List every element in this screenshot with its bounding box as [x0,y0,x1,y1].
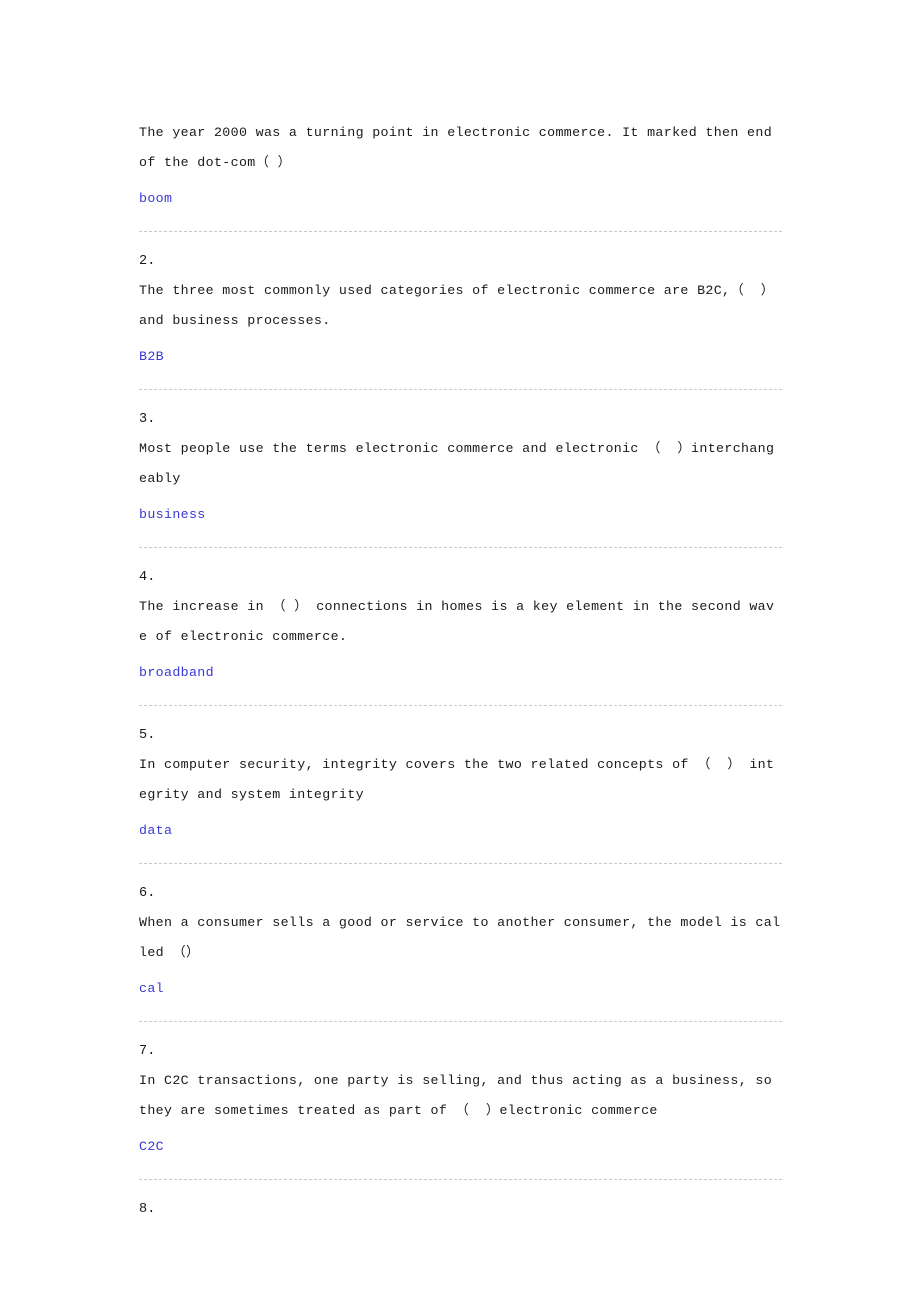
question-separator [139,862,782,864]
question-answer: C2C [139,1139,164,1154]
document-page: 1.The year 2000 was a turning point in e… [0,0,920,1301]
question-text: The three most commonly used categories … [139,283,775,328]
quiz-item: 2. The three most commonly used categorie… [139,247,782,372]
question-answer: data [139,823,173,838]
question-number: 6. [139,885,156,901]
quiz-question-list: 1.The year 2000 was a turning point in e… [139,118,782,1224]
question-text: In computer security, integrity covers t… [139,757,775,802]
question-number: 3. [139,411,156,427]
question-separator [139,1020,782,1022]
quiz-item: 1.The year 2000 was a turning point in e… [139,118,782,214]
question-number: 4. [139,569,156,585]
question-answer: B2B [139,349,164,364]
question-answer: boom [139,191,173,206]
question-separator [139,230,782,232]
quiz-item: 3. Most people use the terms electronic c… [139,405,782,530]
quiz-item: 4. The increase in （ ） connections in hom… [139,563,782,688]
question-separator [139,1178,782,1180]
quiz-item: 5. In computer security, integrity covers… [139,721,782,846]
quiz-item: 6. When a consumer sells a good or servic… [139,879,782,1004]
question-text: In C2C transactions, one party is sellin… [139,1073,781,1118]
quiz-item: 7. In C2C transactions, one party is sell… [139,1037,782,1162]
quiz-item: 8. [139,1195,782,1225]
question-separator [139,388,782,390]
question-text: When a consumer sells a good or service … [139,915,781,960]
question-separator [139,704,782,706]
question-number: 8. [139,1201,156,1217]
question-number: 5. [139,727,156,743]
question-number: 7. [139,1043,156,1059]
question-answer: business [139,507,206,522]
question-number: 2. [139,253,156,269]
question-separator [139,546,782,548]
question-text: The year 2000 was a turning point in ele… [139,125,781,170]
question-text: Most people use the terms electronic com… [139,441,775,486]
question-answer: cal [139,981,164,996]
question-text: The increase in （ ） connections in homes… [139,599,775,644]
question-answer: broadband [139,665,214,680]
